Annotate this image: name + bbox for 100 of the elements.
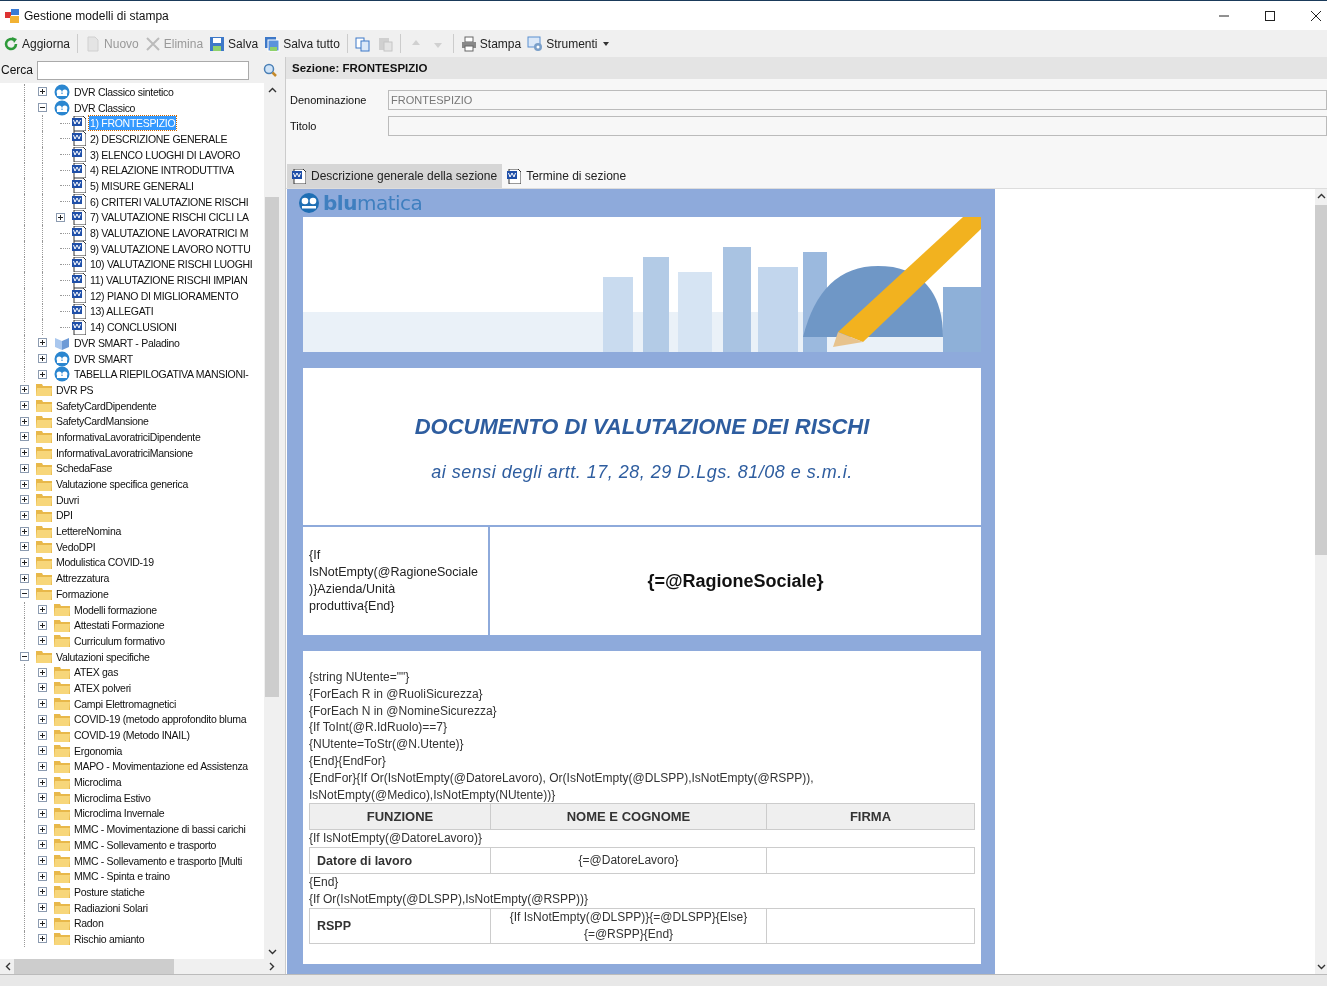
tree-item[interactable]: 6) CRITERI VALUTAZIONE RISCHI [89,194,250,209]
expander-icon[interactable] [20,526,29,536]
tree-item[interactable]: Rischio amianto [73,931,146,946]
expander-icon[interactable] [20,573,29,583]
tree-item[interactable]: Valutazione specifica generica [55,477,190,492]
tree-item[interactable]: 12) PIANO DI MIGLIORAMENTO [89,288,240,303]
tab[interactable]: Termine di sezione [502,164,632,188]
expander-icon[interactable] [38,840,47,850]
tree-item[interactable]: 9) VALUTAZIONE LAVORO NOTTU [89,241,252,256]
text-field[interactable]: FRONTESPIZIO [388,90,1327,110]
tree-item[interactable]: InformativaLavoratriciMansione [55,445,194,460]
search-icon[interactable] [263,63,277,77]
tree-item[interactable]: 8) VALUTAZIONE LAVORATRICI M [89,226,250,241]
scroll-down-icon[interactable] [1316,964,1326,970]
expander-icon[interactable] [20,589,29,599]
tree-item[interactable]: DVR Classico sintetico [73,84,175,99]
expander-icon[interactable] [56,212,65,222]
expander-icon[interactable] [38,934,47,944]
tree-item[interactable]: MMC - Sollevamento e trasporto [Multi [73,853,244,868]
toolbar-button[interactable]: Salva [206,32,262,55]
tree-item[interactable]: 3) ELENCO LUOGHI DI LAVORO [89,147,242,162]
expander-icon[interactable] [38,354,47,364]
tree-item[interactable]: TABELLA RIEPILOGATIVA MANSIONI- [73,367,250,382]
expander-icon[interactable] [38,777,47,787]
tree-item[interactable]: Modulistica COVID-19 [55,555,155,570]
expander-icon[interactable] [38,918,47,928]
scroll-up-icon[interactable] [1316,193,1326,199]
tree-item[interactable]: DVR SMART - Paladino [73,335,181,350]
expander-icon[interactable] [38,746,47,756]
expander-icon[interactable] [20,432,29,442]
tree-item[interactable]: COVID-19 (metodo approfondito bluma [73,712,248,727]
tree-item[interactable]: Duvri [55,492,80,507]
expander-icon[interactable] [38,887,47,897]
expander-icon[interactable] [38,667,47,677]
expander-icon[interactable] [38,369,47,379]
expander-icon[interactable] [20,448,29,458]
tree-item[interactable]: Posture statiche [73,884,146,899]
tree-item[interactable]: SafetyCardMansione [55,414,150,429]
scroll-right-icon[interactable] [269,962,275,971]
tree-item[interactable]: MMC - Spinta e traino [73,869,171,884]
tree-item[interactable]: Curriculum formativo [73,633,166,648]
scrollbar-thumb[interactable] [14,959,174,974]
tree-item[interactable]: 4) RELAZIONE INTRODUTTIVA [89,163,235,178]
tab[interactable]: Descrizione generale della sezione [287,164,503,188]
scrollbar-thumb[interactable] [1315,205,1327,555]
tree-item[interactable]: Attestati Formazione [73,618,166,633]
expander-icon[interactable] [20,385,29,395]
expander-icon[interactable] [38,730,47,740]
tree-item[interactable]: MMC - Sollevamento e trasporto [73,837,218,852]
tree-item[interactable]: 14) CONCLUSIONI [89,320,178,335]
tree-item[interactable]: Microclima Estivo [73,790,152,805]
toolbar-button[interactable]: Salva tutto [261,32,343,55]
tree-item[interactable]: Modelli formazione [73,602,158,617]
tree-item[interactable]: Campi Elettromagnetici [73,696,177,711]
close-icon[interactable] [1310,9,1322,22]
tree-item[interactable]: COVID-19 (Metodo INAIL) [73,728,191,743]
maximize-icon[interactable] [1264,9,1276,22]
tree-item[interactable]: InformativaLavoratriciDipendente [55,429,202,444]
tree-item[interactable]: 10) VALUTAZIONE RISCHI LUOGHI [89,257,254,272]
expander-icon[interactable] [38,808,47,818]
tree-item[interactable]: Valutazioni specifiche [55,649,151,664]
tree-item[interactable]: DPI [55,508,74,523]
tree-item[interactable]: Ergonomia [73,743,124,758]
search-field[interactable] [37,60,249,80]
tree-item[interactable]: Radiazioni Solari [73,900,149,915]
expander-icon[interactable] [38,856,47,866]
expander-icon[interactable] [20,401,29,411]
tree-item[interactable]: ATEX gas [73,665,120,680]
expander-icon[interactable] [38,338,47,348]
expander-icon[interactable] [38,871,47,881]
tree-item[interactable]: DVR PS [55,382,95,397]
toolbar-button[interactable]: Stampa [457,32,525,55]
expander-icon[interactable] [38,824,47,834]
tree-item[interactable]: 2) DESCRIZIONE GENERALE [89,131,229,146]
tree-item[interactable]: Formazione [55,586,110,601]
expander-icon[interactable] [20,416,29,426]
tree-item[interactable]: MMC - Movimentazione di bassi carichi [73,822,247,837]
tree-item[interactable]: LettereNomina [55,524,122,539]
expander-icon[interactable] [38,793,47,803]
tree-item[interactable]: DVR SMART [73,351,134,366]
tree-item[interactable]: SchedaFase [55,461,113,476]
expander-icon[interactable] [20,495,29,505]
horizontal-scrollbar[interactable] [0,959,280,974]
tree-item[interactable]: Microclima Invernale [73,806,166,821]
scroll-down-icon[interactable] [267,949,277,955]
tree-item[interactable]: 5) MISURE GENERALI [89,178,195,193]
expander-icon[interactable] [38,714,47,724]
tree-item[interactable]: MAPO - Movimentazione ed Assistenza [73,759,249,774]
tree-item[interactable]: VedoDPI [55,539,97,554]
tree-item[interactable]: SafetyCardDipendente [55,398,158,413]
tree-item[interactable]: Radon [73,916,105,931]
tree-item[interactable]: DVR Classico [73,100,137,115]
expander-icon[interactable] [20,557,29,567]
tree-item[interactable]: Attrezzatura [55,571,110,586]
tree-item[interactable]: ATEX polveri [73,680,132,695]
expander-icon[interactable] [38,903,47,913]
expander-icon[interactable] [20,463,29,473]
expander-icon[interactable] [38,103,47,113]
tree-item[interactable]: 11) VALUTAZIONE RISCHI IMPIAN [89,273,249,288]
scroll-up-icon[interactable] [267,87,277,93]
